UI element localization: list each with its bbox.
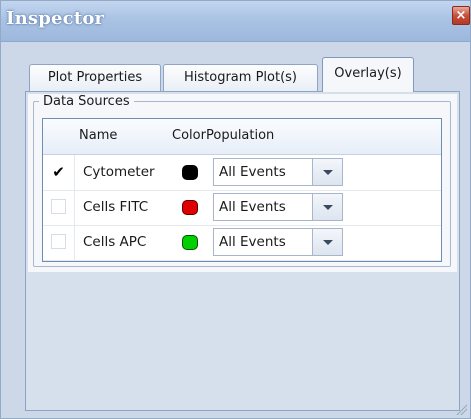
row-name: Cells FITC — [83, 199, 149, 215]
population-dropdown[interactable]: All Events — [213, 193, 343, 221]
dropdown-button[interactable] — [312, 159, 342, 185]
population-value: All Events — [219, 199, 286, 215]
color-swatch[interactable] — [182, 200, 198, 215]
row-checkbox-cytometer[interactable]: ✔ — [51, 164, 66, 180]
dropdown-button[interactable] — [312, 194, 342, 220]
population-dropdown[interactable]: All Events — [213, 158, 343, 186]
chevron-down-icon — [323, 240, 333, 245]
row-name: Cytometer — [83, 164, 155, 180]
population-value: All Events — [219, 234, 286, 250]
color-swatch[interactable] — [182, 235, 198, 250]
tab-plot-properties[interactable]: Plot Properties — [29, 64, 161, 91]
column-header-name[interactable]: Name — [79, 128, 117, 143]
chevron-down-icon — [323, 205, 333, 210]
row-name: Cells APC — [83, 234, 147, 250]
row-checkbox-cells-apc[interactable] — [51, 234, 66, 249]
column-divider — [74, 225, 75, 260]
chevron-down-icon — [323, 170, 333, 175]
column-header-population[interactable]: Population — [206, 128, 274, 143]
table-row[interactable]: Cells APC All Events — [43, 225, 441, 261]
column-divider — [74, 190, 75, 225]
tab-histogram-plots[interactable]: Histogram Plot(s) — [163, 64, 318, 91]
column-header-color[interactable]: Color — [172, 128, 206, 143]
population-value: All Events — [219, 164, 286, 180]
color-swatch[interactable] — [182, 165, 198, 180]
column-divider — [74, 155, 75, 190]
title-bar[interactable]: Inspector — [1, 1, 470, 42]
tab-overlays[interactable]: Overlay(s) — [322, 57, 414, 92]
table-row[interactable]: Cells FITC All Events — [43, 190, 441, 226]
close-icon[interactable]: × — [452, 6, 470, 25]
window-title: Inspector — [6, 8, 105, 29]
row-checkbox-cells-fitc[interactable] — [51, 199, 66, 214]
table-header: Name Color Population — [43, 119, 441, 155]
population-dropdown[interactable]: All Events — [213, 228, 343, 256]
dropdown-button[interactable] — [312, 229, 342, 255]
resize-grip-icon[interactable] — [455, 403, 467, 415]
table-row[interactable]: ✔ Cytometer All Events — [43, 155, 441, 191]
data-sources-table: Name Color Population ✔ Cytometer All Ev… — [42, 118, 442, 262]
data-sources-label: Data Sources — [39, 94, 134, 109]
